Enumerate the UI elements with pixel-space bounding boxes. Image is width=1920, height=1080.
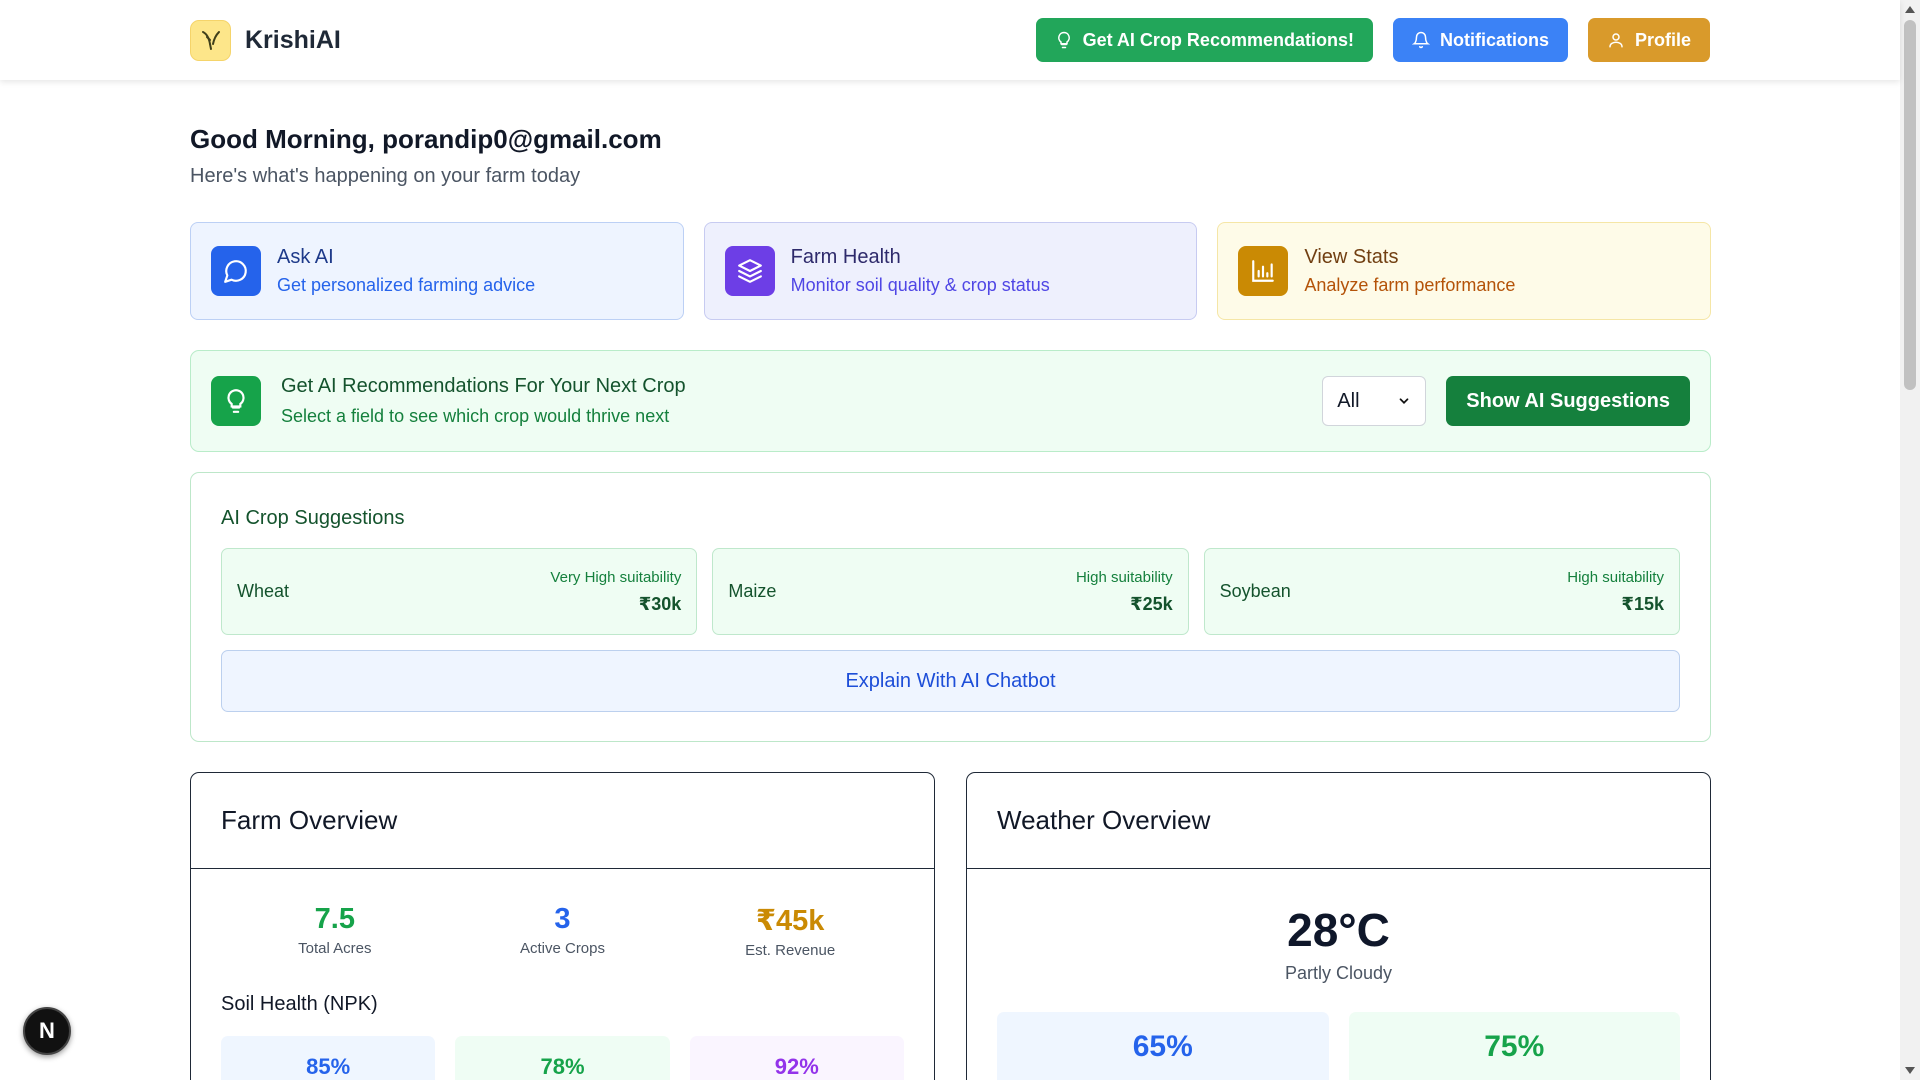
lightbulb-icon [211, 376, 261, 426]
user-icon [1609, 33, 1623, 48]
crop-suitability: High suitability [1567, 568, 1664, 586]
view-stats-subtitle: Analyze farm performance [1304, 275, 1516, 295]
weather-overview-panel: Weather Overview 28°C Partly Cloudy 65% … [966, 772, 1711, 1080]
npk-phosphorus: 78% [455, 1036, 670, 1080]
crop-name: Maize [728, 581, 777, 601]
brand-name: KrishiAI [245, 25, 341, 54]
scrollbar-thumb[interactable] [1904, 20, 1916, 390]
temperature: 28°C [1287, 904, 1390, 956]
weather-metric-card: 75% [1348, 1012, 1680, 1080]
bar-chart-icon [1238, 246, 1289, 296]
crop-suggestion-card[interactable]: Wheat Very High suitability ₹30k [221, 548, 698, 635]
crop-value: ₹30k [638, 593, 682, 614]
greeting-title: Good Morning, porandip0@gmail.com [190, 124, 662, 154]
profile-label: Profile [1634, 29, 1691, 50]
show-ai-suggestions-button[interactable]: Show AI Suggestions [1446, 376, 1690, 426]
view-stats-title: View Stats [1304, 246, 1399, 268]
lightbulb-icon [1057, 31, 1070, 49]
farm-overview-panel: Farm Overview 7.5 Total Acres 3 Active C… [190, 772, 935, 1080]
soil-health-title: Soil Health (NPK) [221, 993, 378, 1015]
field-select-value: All [1337, 389, 1360, 412]
ai-crop-suggestions-panel: AI Crop Suggestions Wheat Very High suit… [190, 472, 1711, 742]
scroll-up-arrow-icon[interactable] [1905, 6, 1915, 13]
crop-recommendations-button[interactable]: Get AI Crop Recommendations! [1035, 18, 1373, 62]
stat-value: ₹45k [755, 905, 825, 937]
quick-actions: Ask AI Get personalized farming advice F… [190, 222, 1712, 320]
crop-recommendation-bar: Get AI Recommendations For Your Next Cro… [190, 350, 1711, 452]
wheat-logo-icon [190, 19, 231, 61]
stat-value: 7.5 [314, 903, 355, 935]
crop-value: ₹15k [1621, 593, 1664, 614]
farm-health-card[interactable]: Farm Health Monitor soil quality & crop … [703, 222, 1198, 320]
stat-label: Est. Revenue [745, 942, 836, 959]
suggestions-heading: AI Crop Suggestions [221, 507, 405, 529]
recommendation-title: Get AI Recommendations For Your Next Cro… [281, 375, 686, 397]
farm-stats: 7.5 Total Acres 3 Active Crops ₹45k Est.… [191, 869, 934, 959]
brand[interactable]: KrishiAI [190, 19, 341, 61]
crop-suitability: High suitability [1075, 568, 1173, 586]
notifications-button[interactable]: Notifications [1392, 18, 1568, 62]
ask-ai-card[interactable]: Ask AI Get personalized farming advice [190, 222, 684, 320]
dev-tools-badge[interactable]: N [23, 1007, 71, 1055]
stat-label: Total Acres [298, 940, 372, 957]
top-navbar: KrishiAI Get AI Crop Recommendations! No… [0, 0, 1900, 80]
scrollbar[interactable] [1900, 0, 1920, 1080]
greeting-subtitle: Here's what's happening on your farm tod… [190, 165, 581, 187]
weather-metrics: 65% 75% [967, 1012, 1710, 1080]
field-select[interactable]: All [1322, 376, 1427, 426]
view-stats-card[interactable]: View Stats Analyze farm performance [1217, 222, 1712, 320]
stat-est-revenue: ₹45k Est. Revenue [677, 903, 902, 959]
stat-value: 3 [554, 903, 571, 935]
recommendation-subtitle: Select a field to see which crop would t… [281, 406, 670, 426]
farm-health-subtitle: Monitor soil quality & crop status [790, 275, 1050, 295]
npk-list: 85% 78% 92% [191, 1036, 934, 1080]
stat-active-crops: 3 Active Crops [450, 903, 675, 959]
notifications-label: Notifications [1439, 29, 1549, 50]
chat-bubble-icon [211, 246, 261, 296]
crop-value: ₹25k [1130, 593, 1173, 614]
dashboard-main: Good Morning, porandip0@gmail.com Here's… [190, 80, 1712, 1080]
ask-ai-title: Ask AI [277, 246, 334, 268]
npk-nitrogen: 85% [221, 1036, 436, 1080]
bell-icon [1411, 31, 1430, 49]
layers-icon [724, 246, 775, 296]
stat-label: Active Crops [519, 940, 605, 957]
farm-overview-title: Farm Overview [191, 773, 934, 869]
crop-name: Wheat [237, 581, 290, 601]
crop-suitability: Very High suitability [550, 568, 682, 586]
scroll-down-arrow-icon[interactable] [1905, 1067, 1915, 1074]
chevron-down-icon [1399, 398, 1409, 404]
farm-health-title: Farm Health [790, 246, 901, 268]
crop-suggestion-card[interactable]: Soybean High suitability ₹15k [1203, 548, 1680, 635]
explain-with-chatbot-button[interactable]: Explain With AI Chatbot [221, 650, 1680, 712]
crop-suggestion-list: Wheat Very High suitability ₹30k Maize H… [221, 548, 1680, 635]
overview-panels: Farm Overview 7.5 Total Acres 3 Active C… [190, 772, 1711, 1080]
stat-total-acres: 7.5 Total Acres [222, 903, 447, 959]
ask-ai-subtitle: Get personalized farming advice [277, 275, 536, 295]
npk-potassium: 92% [689, 1036, 904, 1080]
weather-condition: Partly Cloudy [1284, 963, 1393, 983]
header-actions: Get AI Crop Recommendations! Notificatio… [1035, 18, 1710, 62]
profile-button[interactable]: Profile [1587, 18, 1710, 62]
crop-name: Soybean [1219, 581, 1291, 601]
crop-suggestion-card[interactable]: Maize High suitability ₹25k [712, 548, 1189, 635]
weather-metric-card: 65% [997, 1012, 1329, 1080]
weather-overview-title: Weather Overview [967, 773, 1710, 869]
crop-recommendations-label: Get AI Crop Recommendations! [1082, 29, 1354, 50]
